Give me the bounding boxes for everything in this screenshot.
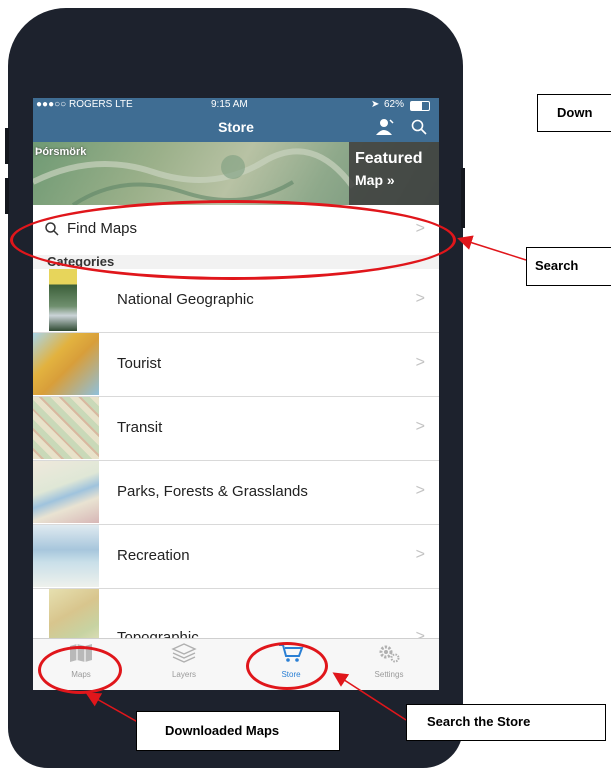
annotation-arrows (85, 235, 527, 726)
search-store-arrow (332, 672, 407, 721)
search-callout: Search (526, 247, 611, 286)
downloads-callout: Down (537, 94, 611, 132)
downloaded-maps-callout: Downloaded Maps (136, 711, 340, 751)
downloaded-maps-arrow (85, 692, 144, 726)
search-arrow (457, 235, 527, 261)
search-store-callout: Search the Store (406, 704, 606, 741)
